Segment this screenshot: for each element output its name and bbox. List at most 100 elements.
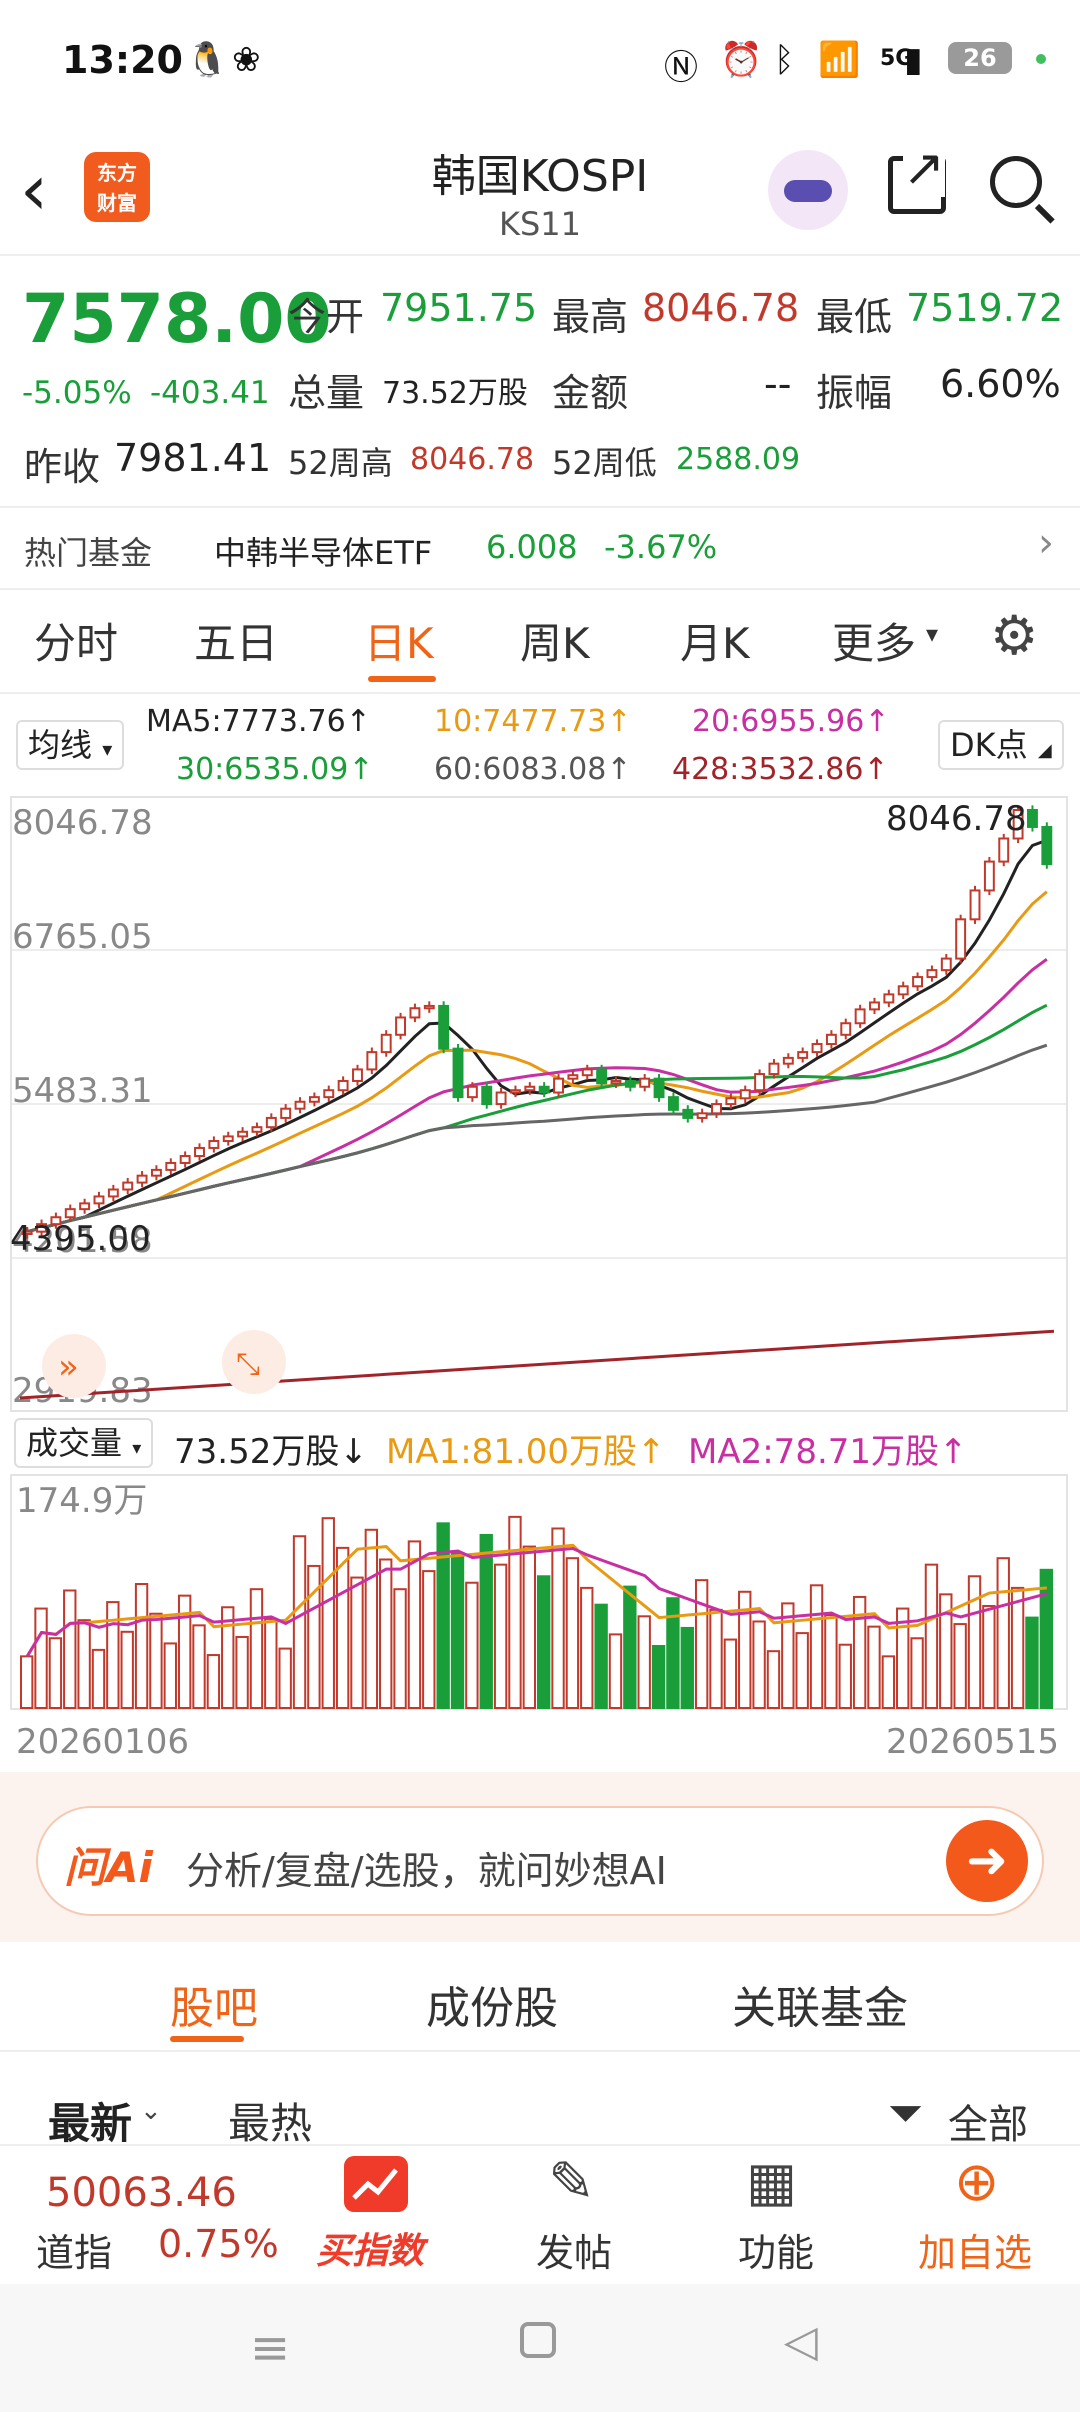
volume-bar	[809, 1584, 824, 1709]
volume-bar	[723, 1638, 738, 1710]
hot-fund-name: 中韩半导体ETF	[214, 534, 433, 572]
prev-close-label: 昨收	[24, 445, 101, 489]
volume-bar	[335, 1546, 350, 1709]
volume-bar	[680, 1626, 694, 1709]
search-icon[interactable]	[990, 156, 1042, 208]
dow-price[interactable]: 50063.46	[46, 2170, 237, 2216]
volume-bar	[120, 1630, 134, 1709]
volume-chart[interactable]: 174.9万	[10, 1474, 1068, 1710]
volume-bar	[537, 1575, 551, 1709]
ai-logo: 问Ai	[64, 1843, 153, 1892]
candle-body	[883, 993, 895, 1004]
tab-weekly-k[interactable]: 周K	[520, 610, 590, 671]
back-triangle-icon[interactable]: ◁	[784, 2316, 818, 2367]
filter-newest[interactable]: 最新	[48, 2090, 132, 2151]
add-watchlist-label[interactable]: 加自选	[918, 2222, 1032, 2277]
hot-fund-bar[interactable]: 热门基金 中韩半导体ETF 6.008 -3.67% ›	[0, 508, 1080, 588]
candle-body	[495, 1091, 507, 1106]
volume-bar	[379, 1558, 393, 1709]
home-icon[interactable]	[520, 2322, 556, 2358]
volume-ma2: MA2:78.71万股↑	[688, 1432, 968, 1472]
volume-bar	[249, 1588, 264, 1709]
arrow-right-icon[interactable]: ➜	[946, 1820, 1028, 1902]
candle-body	[610, 1079, 622, 1085]
tab-intraday[interactable]: 分时	[34, 610, 118, 671]
volume-bar	[594, 1603, 608, 1709]
tab-more[interactable]: 更多	[832, 610, 916, 671]
volume-bar	[824, 1614, 838, 1709]
share-icon[interactable]	[888, 139, 946, 214]
candle-body	[639, 1077, 651, 1088]
gear-icon[interactable]: ⚙	[990, 604, 1038, 667]
candle-body	[308, 1096, 320, 1103]
candle-body	[782, 1056, 794, 1065]
tab-related-funds[interactable]: 关联基金	[732, 1972, 908, 2036]
volume-bar	[292, 1535, 307, 1709]
candle-body	[79, 1202, 91, 1211]
low-value: 7519.72	[906, 286, 1064, 330]
caret-down-icon: ▾	[102, 737, 113, 761]
post-label[interactable]: 发帖	[536, 2222, 612, 2277]
open-value: 7951.75	[380, 286, 538, 330]
menu-icon[interactable]: ≡	[250, 2320, 290, 2376]
app-notification-icon: ❀	[232, 40, 261, 80]
candle-body	[768, 1062, 780, 1076]
volume-bar	[924, 1563, 939, 1709]
buy-index-label[interactable]: 买指数	[316, 2222, 424, 2274]
edit-icon[interactable]: ✎	[548, 2150, 595, 2215]
candle-body	[423, 1004, 435, 1010]
volume-bar	[766, 1650, 781, 1709]
volume-bar	[651, 1645, 666, 1709]
volume-selector[interactable]: 成交量 ▾	[14, 1418, 154, 1468]
tab-monthly-k[interactable]: 月K	[680, 610, 750, 671]
min-price-label: 4395.00	[10, 1219, 151, 1259]
x-axis-end: 20260515	[886, 1722, 1060, 1762]
candle-body	[481, 1085, 493, 1106]
candle-body	[667, 1096, 679, 1111]
dk-points-button[interactable]: DK点 ◢	[938, 720, 1064, 770]
kline-chart[interactable]: 8046.78 6765.05 5483.31 4201.58 2919.83 …	[10, 796, 1068, 1412]
amount-value: --	[764, 362, 792, 406]
add-circle-icon[interactable]: ⊕	[954, 2150, 999, 2213]
candle-body	[797, 1051, 809, 1059]
max-price-label: 8046.78	[886, 799, 1027, 839]
filter-hottest[interactable]: 最热	[228, 2090, 312, 2151]
tab-daily-k[interactable]: 日K	[364, 610, 434, 671]
volume-bar	[350, 1576, 364, 1709]
candle-body	[1041, 825, 1053, 866]
active-tab-indicator	[368, 676, 436, 682]
dow-label[interactable]: 道指	[36, 2222, 112, 2277]
candle-body	[466, 1085, 478, 1099]
volume-bar	[982, 1604, 996, 1709]
penguin-icon: 🐧	[186, 40, 229, 80]
tab-constituents[interactable]: 成份股	[426, 1972, 558, 2036]
filter-icon[interactable]: ⏷	[888, 2088, 923, 2139]
volume-bar	[34, 1607, 48, 1709]
volume-label: 总量	[288, 371, 365, 415]
candle-body	[969, 889, 981, 921]
volume-ma1: MA1:81.00万股↑	[386, 1432, 666, 1472]
app-logo[interactable]: 东方 财富	[84, 152, 150, 222]
volume-bar	[508, 1515, 522, 1709]
volume-bar	[608, 1633, 623, 1709]
prev-close-value: 7981.41	[114, 436, 272, 480]
dow-change[interactable]: 0.75%	[158, 2222, 279, 2266]
week52-high-value: 8046.78	[410, 442, 535, 477]
candle-body	[854, 1008, 866, 1025]
wifi-icon: 📶	[818, 40, 861, 80]
ai-placeholder[interactable]: 分析/复盘/选股，就问妙想AI	[186, 1840, 667, 1895]
indicator-selector[interactable]: 均线 ▾	[16, 720, 125, 770]
status-time: 13:20	[62, 38, 183, 82]
filter-all[interactable]: 全部	[948, 2092, 1028, 2150]
divider	[0, 588, 1080, 590]
functions-label[interactable]: 功能	[738, 2222, 814, 2277]
ai-assistant-icon[interactable]	[768, 150, 848, 230]
chevron-left-icon[interactable]: ‹	[20, 150, 80, 230]
tab-five-day[interactable]: 五日	[194, 610, 278, 671]
grid-apps-icon[interactable]: ▦	[746, 2150, 797, 2213]
tab-stock-forum[interactable]: 股吧	[170, 1972, 258, 2036]
candle-body	[107, 1188, 119, 1198]
trend-chart-icon[interactable]	[344, 2156, 408, 2212]
week52-high-label: 52周高	[288, 444, 393, 482]
status-bar: 13:20 🐧 ❀ Ⓝ ⏰ ᛒ 📶 5G ▮ 26	[0, 0, 1080, 120]
